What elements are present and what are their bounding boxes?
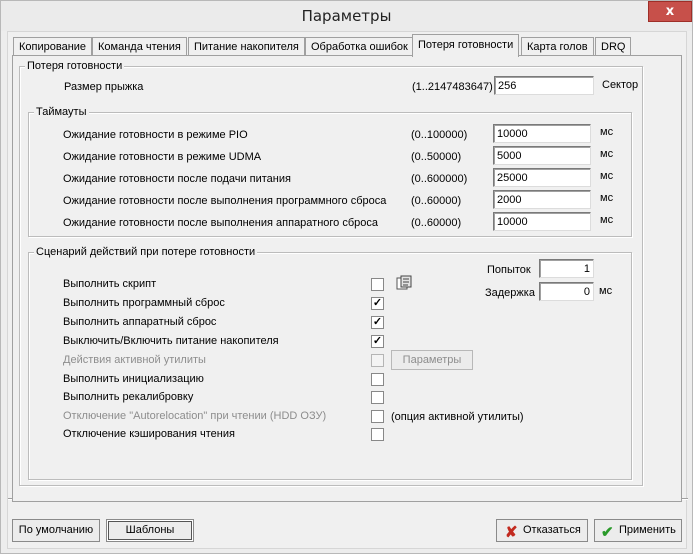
- timeout-power-input[interactable]: [493, 168, 591, 187]
- utility-params-button[interactable]: Параметры: [391, 350, 473, 370]
- timeout-pio-range: (0..100000): [411, 129, 468, 141]
- action-hard-reset-checkbox[interactable]: ✓: [371, 316, 384, 329]
- delay-label: Задержка: [485, 287, 535, 299]
- timeout-udma-unit: мс: [600, 148, 614, 160]
- timeout-power-unit: мс: [600, 170, 614, 182]
- checkmark-icon: ✔: [601, 524, 614, 541]
- timeout-hard-reset-unit: мс: [600, 214, 614, 226]
- timeout-pio-input[interactable]: [493, 124, 591, 143]
- timeout-hard-reset-input[interactable]: [493, 212, 591, 231]
- tab-head-map[interactable]: Карта голов: [521, 37, 594, 56]
- action-hard-reset-label: Выполнить аппаратный сброс: [63, 316, 217, 328]
- action-run-script-checkbox[interactable]: [371, 278, 384, 291]
- action-soft-reset-checkbox[interactable]: ✓: [371, 297, 384, 310]
- action-recalibrate-label: Выполнить рекалибровку: [63, 391, 194, 403]
- jump-size-unit: Сектор: [602, 79, 639, 91]
- jump-size-range: (1..2147483647): [412, 81, 493, 93]
- cross-icon: ✘: [505, 524, 518, 541]
- action-autorelocation-label: Отключение "Autorelocation" при чтении (…: [63, 410, 327, 422]
- script-browse-icon[interactable]: [396, 275, 412, 291]
- readiness-tab-panel: Потеря готовности Размер прыжка (1..2147…: [12, 55, 682, 502]
- window-title: Параметры: [301, 7, 392, 25]
- timeout-soft-reset-label: Ожидание готовности после выполнения про…: [63, 195, 387, 207]
- action-disable-read-cache-label: Отключение кэширования чтения: [63, 428, 235, 440]
- cancel-button-label: Отказаться: [523, 524, 581, 536]
- checkmark-icon: ✓: [372, 335, 383, 347]
- action-active-utility-label: Действия активной утилиты: [63, 354, 206, 366]
- timeout-udma-label: Ожидание готовности в режиме UDMA: [63, 151, 262, 163]
- close-button[interactable]: x: [648, 1, 692, 22]
- defaults-button[interactable]: По умолчанию: [12, 519, 100, 542]
- tab-copy[interactable]: Копирование: [13, 37, 93, 56]
- timeout-udma-input[interactable]: [493, 146, 591, 165]
- timeout-pio-label: Ожидание готовности в режиме PIO: [63, 129, 248, 141]
- jump-size-label: Размер прыжка: [64, 81, 144, 93]
- jump-size-input[interactable]: [494, 76, 594, 95]
- timeout-pio-unit: мс: [600, 126, 614, 138]
- close-icon: x: [665, 4, 675, 19]
- timeout-power-range: (0..600000): [411, 173, 468, 185]
- dialog-client: Копирование Команда чтения Питание накоп…: [7, 31, 688, 549]
- action-init-checkbox[interactable]: [371, 373, 384, 386]
- timeout-power-label: Ожидание готовности после подачи питания: [63, 173, 291, 185]
- tab-drq[interactable]: DRQ: [595, 37, 632, 56]
- readiness-group-title: Потеря готовности: [25, 60, 125, 72]
- timeout-udma-range: (0..50000): [411, 151, 462, 163]
- attempts-label: Попыток: [487, 264, 531, 276]
- action-init-label: Выполнить инициализацию: [63, 373, 204, 385]
- apply-button[interactable]: ✔ Применить: [594, 519, 682, 542]
- tab-drive-power[interactable]: Питание накопителя: [188, 37, 305, 56]
- readiness-group: Потеря готовности Размер прыжка (1..2147…: [19, 60, 643, 486]
- timeout-soft-reset-input[interactable]: [493, 190, 591, 209]
- cancel-button[interactable]: ✘ Отказаться: [496, 519, 588, 542]
- action-recalibrate-checkbox[interactable]: [371, 391, 384, 404]
- action-active-utility-checkbox[interactable]: [371, 354, 384, 367]
- templates-button[interactable]: Шаблоны: [106, 519, 194, 542]
- attempts-input[interactable]: [539, 259, 594, 278]
- timeout-hard-reset-range: (0..60000): [411, 217, 462, 229]
- checkmark-icon: ✓: [372, 297, 383, 309]
- tab-read-command[interactable]: Команда чтения: [92, 37, 187, 56]
- timeouts-group: Таймауты Ожидание готовности в режиме PI…: [28, 106, 632, 237]
- parameters-window: Параметры x Копирование Команда чтения П…: [0, 0, 693, 554]
- tab-readiness-loss[interactable]: Потеря готовности: [412, 34, 520, 57]
- timeout-hard-reset-label: Ожидание готовности после выполнения апп…: [63, 217, 379, 229]
- action-autorelocation-checkbox[interactable]: [371, 410, 384, 423]
- action-soft-reset-label: Выполнить программный сброс: [63, 297, 225, 309]
- checkmark-icon: ✓: [372, 316, 383, 328]
- delay-unit: мс: [599, 285, 613, 297]
- timeout-soft-reset-unit: мс: [600, 192, 614, 204]
- action-power-cycle-label: Выключить/Включить питание накопителя: [63, 335, 279, 347]
- scenario-group: Сценарий действий при потере готовности …: [28, 246, 632, 480]
- tab-error-handling[interactable]: Обработка ошибок: [305, 37, 414, 56]
- action-run-script-label: Выполнить скрипт: [63, 278, 157, 290]
- active-utility-option-note: (опция активной утилиты): [391, 411, 524, 423]
- apply-button-label: Применить: [619, 524, 676, 536]
- action-disable-read-cache-checkbox[interactable]: [371, 428, 384, 441]
- timeouts-group-title: Таймауты: [34, 106, 89, 118]
- delay-input[interactable]: [539, 282, 594, 301]
- action-power-cycle-checkbox[interactable]: ✓: [371, 335, 384, 348]
- timeout-soft-reset-range: (0..60000): [411, 195, 462, 207]
- title-bar[interactable]: Параметры x: [1, 1, 692, 31]
- scenario-group-title: Сценарий действий при потере готовности: [34, 246, 258, 258]
